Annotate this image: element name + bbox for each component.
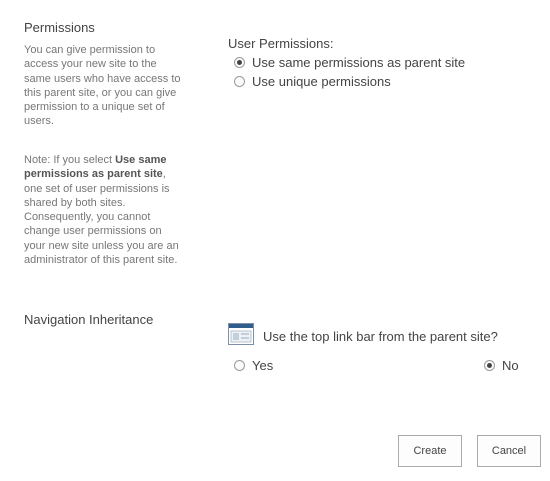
cancel-button[interactable]: Cancel xyxy=(477,435,541,467)
user-permissions-label: User Permissions: xyxy=(228,36,334,51)
note-suffix: , one set of user permissions is shared … xyxy=(24,168,179,267)
top-link-bar-question: Use the top link bar from the parent sit… xyxy=(263,329,498,344)
same-permissions-radio[interactable] xyxy=(234,57,245,68)
same-permissions-label: Use same permissions as parent site xyxy=(252,55,466,70)
note-prefix: Note: If you select xyxy=(24,154,116,166)
nav-no-label: No xyxy=(502,358,519,373)
unique-permissions-radio-option[interactable]: Use unique permissions xyxy=(234,74,391,89)
create-button[interactable]: Create xyxy=(398,435,462,467)
same-permissions-radio-option[interactable]: Use same permissions as parent site xyxy=(234,55,465,70)
nav-yes-radio[interactable] xyxy=(234,360,245,371)
unique-permissions-label: Use unique permissions xyxy=(252,74,391,89)
permissions-description: You can give permission to access your n… xyxy=(24,44,181,128)
page: Permissions You can give permission to a… xyxy=(0,0,550,481)
nav-no-radio[interactable] xyxy=(484,360,495,371)
navigation-section-title: Navigation Inheritance xyxy=(24,312,154,327)
nav-yes-radio-option[interactable]: Yes xyxy=(234,358,273,373)
permissions-note: Note: If you select Use same permissions… xyxy=(24,153,184,267)
unique-permissions-radio[interactable] xyxy=(234,76,245,87)
permissions-section-title: Permissions xyxy=(24,20,95,35)
nav-no-radio-option[interactable]: No xyxy=(484,358,519,373)
nav-yes-label: Yes xyxy=(252,358,274,373)
top-link-bar-icon xyxy=(228,323,254,345)
